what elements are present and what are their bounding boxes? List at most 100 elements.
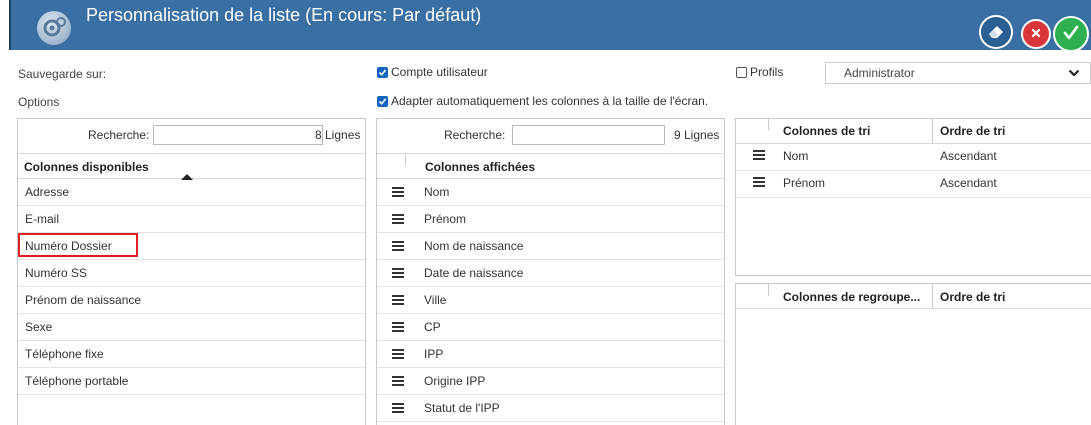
drag-handle-icon[interactable] — [392, 295, 404, 305]
sort-row-order: Ascendant — [940, 149, 997, 163]
checkbox-unchecked-icon — [736, 66, 747, 78]
displayed-column-label: Ville — [424, 293, 447, 307]
available-columns-list: Adresse E-mail Numéro Dossier Numéro SS Prén… — [18, 179, 365, 395]
displayed-column-label: Date de naissance — [424, 266, 524, 280]
sort-order-header[interactable]: Ordre de tri — [940, 124, 1005, 138]
displayed-header-label: Colonnes affichées — [425, 160, 536, 174]
available-column-label: Sexe — [25, 320, 53, 334]
drag-handle-icon[interactable] — [753, 177, 765, 187]
available-count: 8 Lignes — [315, 128, 361, 142]
displayed-column-item[interactable]: Statut de l'IPP — [377, 395, 724, 422]
drag-handle-icon[interactable] — [392, 214, 404, 224]
gear-icon — [37, 11, 71, 45]
close-button[interactable] — [1021, 19, 1051, 49]
sort-row[interactable]: Prénom Ascendant — [736, 171, 1091, 198]
available-columns-panel: Recherche: 8 Lignes Colonnes disponibles… — [17, 118, 366, 425]
close-icon — [1030, 27, 1042, 42]
group-column-header[interactable]: Colonnes de regroupe... — [783, 290, 920, 304]
header-divider — [932, 284, 933, 308]
available-column-label: Prénom de naissance — [25, 293, 142, 307]
profil-select[interactable]: Administrator — [825, 62, 1091, 84]
sort-row-column: Nom — [783, 149, 809, 163]
eraser-icon — [986, 21, 1006, 44]
drag-handle-icon[interactable] — [392, 403, 404, 413]
displayed-column-label: Origine IPP — [424, 374, 486, 388]
displayed-column-label: Nom de naissance — [424, 239, 524, 253]
available-column-item[interactable]: Prénom de naissance — [18, 287, 365, 314]
sort-column-header[interactable]: Colonnes de tri — [783, 124, 870, 138]
options-label: Options — [18, 95, 60, 109]
header-divider — [405, 154, 406, 166]
group-columns-panel: Colonnes de regroupe... Ordre de tri — [735, 283, 1091, 425]
displayed-column-item[interactable]: Date de naissance — [377, 260, 724, 287]
displayed-column-item[interactable]: Ville — [377, 287, 724, 314]
available-column-item[interactable]: Numéro SS — [18, 260, 365, 287]
displayed-column-header[interactable]: Colonnes affichées — [377, 153, 724, 179]
available-column-label: Numéro SS — [25, 266, 88, 280]
drag-handle-icon[interactable] — [392, 322, 404, 332]
profils-checkbox[interactable]: Profils — [736, 65, 783, 79]
compte-utilisateur-checkbox[interactable]: Compte utilisateur — [377, 65, 488, 79]
header-divider — [932, 119, 933, 143]
check-icon — [1060, 22, 1082, 47]
displayed-column-item[interactable]: CP — [377, 314, 724, 341]
profils-label: Profils — [750, 65, 784, 79]
available-search-input[interactable] — [153, 125, 323, 145]
adapt-columns-label: Adapter automatiquement les colonnes à l… — [391, 94, 709, 108]
sort-row-column: Prénom — [783, 176, 826, 190]
erase-button[interactable] — [979, 15, 1013, 49]
drag-handle-icon[interactable] — [753, 150, 765, 160]
displayed-search-input[interactable] — [512, 125, 665, 145]
displayed-column-item[interactable]: Origine IPP — [377, 368, 724, 395]
displayed-column-item[interactable]: Prénom — [377, 206, 724, 233]
displayed-search-label: Recherche: — [444, 128, 506, 142]
drag-handle-icon[interactable] — [392, 187, 404, 197]
displayed-column-label: Prénom — [424, 212, 467, 226]
header-divider — [768, 119, 769, 131]
header-divider — [768, 284, 769, 296]
sort-table-header: Colonnes de tri Ordre de tri — [736, 119, 1091, 144]
checkbox-checked-icon — [377, 66, 388, 78]
displayed-column-item[interactable]: Nom — [377, 179, 724, 206]
drag-handle-icon[interactable] — [392, 241, 404, 251]
available-column-label: Téléphone fixe — [25, 347, 104, 361]
available-column-item[interactable]: Téléphone fixe — [18, 341, 365, 368]
highlight-box — [18, 233, 138, 257]
available-column-label: Téléphone portable — [25, 374, 129, 388]
available-column-item[interactable]: E-mail — [18, 206, 365, 233]
sort-columns-panel: Colonnes de tri Ordre de tri Nom Ascendan… — [735, 118, 1091, 276]
available-column-item[interactable]: Téléphone portable — [18, 368, 365, 395]
compte-utilisateur-label: Compte utilisateur — [391, 65, 488, 79]
title-bar: Personnalisation de la liste (En cours: … — [9, 0, 1091, 52]
displayed-column-label: IPP — [424, 347, 444, 361]
save-on-label: Sauvegarde sur: — [18, 67, 107, 81]
profil-select-value: Administrator — [844, 66, 915, 80]
displayed-column-label: CP — [424, 320, 441, 334]
displayed-column-label: Nom — [424, 185, 450, 199]
available-header-label: Colonnes disponibles — [24, 160, 149, 174]
validate-button[interactable] — [1053, 16, 1089, 52]
checkbox-checked-icon — [377, 95, 388, 107]
available-column-item[interactable]: Numéro Dossier — [18, 233, 365, 260]
group-order-header[interactable]: Ordre de tri — [940, 290, 1005, 304]
displayed-column-item[interactable]: Nom de naissance — [377, 233, 724, 260]
available-column-header[interactable]: Colonnes disponibles — [18, 153, 365, 180]
drag-handle-icon[interactable] — [392, 268, 404, 278]
group-table-header: Colonnes de regroupe... Ordre de tri — [736, 284, 1091, 309]
available-search-label: Recherche: — [88, 128, 150, 142]
drag-handle-icon[interactable] — [392, 376, 404, 386]
displayed-column-label: Statut de l'IPP — [424, 401, 500, 415]
drag-handle-icon[interactable] — [392, 349, 404, 359]
sort-row-order: Ascendant — [940, 176, 997, 190]
available-column-label: E-mail — [25, 212, 60, 226]
displayed-columns-panel: Recherche: 9 Lignes Colonnes affichées N… — [376, 118, 725, 425]
sort-row[interactable]: Nom Ascendant — [736, 144, 1091, 171]
sort-columns-list: Nom Ascendant Prénom Ascendant — [736, 144, 1091, 198]
available-column-item[interactable]: Adresse — [18, 179, 365, 206]
chevron-down-icon — [1068, 67, 1080, 81]
displayed-column-item[interactable]: IPP — [377, 341, 724, 368]
adapt-columns-checkbox[interactable]: Adapter automatiquement les colonnes à l… — [377, 94, 708, 108]
available-column-item[interactable]: Sexe — [18, 314, 365, 341]
window-title: Personnalisation de la liste (En cours: … — [86, 5, 482, 25]
displayed-count: 9 Lignes — [674, 128, 720, 142]
